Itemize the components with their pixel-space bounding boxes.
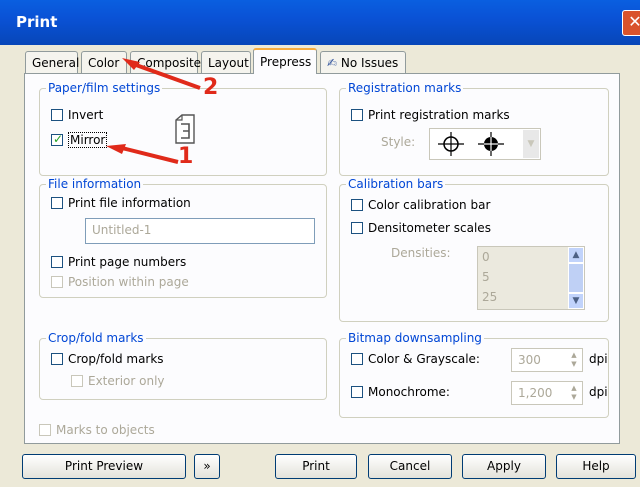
color-calibration-box xyxy=(351,199,363,211)
invert-checkbox[interactable]: Invert xyxy=(51,108,103,122)
print-file-info-label: Print file information xyxy=(68,196,191,210)
crop-fold-label: Crop/fold marks xyxy=(46,331,146,345)
help-button[interactable]: Help xyxy=(556,454,636,479)
density-item[interactable]: 25 xyxy=(482,290,497,304)
mono-dpi-value: 1,200 xyxy=(518,386,553,400)
invert-label: Invert xyxy=(68,108,104,122)
density-item[interactable]: 0 xyxy=(482,250,490,264)
scroll-down-icon[interactable]: ▼ xyxy=(568,293,584,309)
tab-general[interactable]: General xyxy=(25,51,79,73)
bitmap-label: Bitmap downsampling xyxy=(346,331,484,345)
marks-to-objects-checkbox[interactable]: Marks to objects xyxy=(39,423,155,437)
cancel-button[interactable]: Cancel xyxy=(368,454,452,479)
print-button[interactable]: Print xyxy=(275,454,357,479)
checkmark-pencil-icon: ✍ xyxy=(327,56,338,70)
mono-dpi-spinner[interactable]: 1,200 ▲ ▼ xyxy=(511,381,583,405)
monochrome-box xyxy=(351,386,363,398)
registration-label: Registration marks xyxy=(346,81,464,95)
color-dpi-unit: dpi xyxy=(589,352,608,366)
print-preview-button[interactable]: Print Preview xyxy=(22,454,186,479)
file-info-label: File information xyxy=(46,177,144,191)
exterior-only-label: Exterior only xyxy=(88,374,165,388)
crop-fold-check-label: Crop/fold marks xyxy=(68,352,164,366)
print-registration-label: Print registration marks xyxy=(368,108,510,122)
monochrome-checkbox[interactable]: Monochrome: xyxy=(351,385,450,399)
color-dpi-value: 300 xyxy=(518,353,541,367)
marks-to-objects-box xyxy=(39,424,51,436)
crop-fold-checkbox[interactable]: Crop/fold marks xyxy=(51,352,164,366)
chevron-down-icon[interactable]: ▼ xyxy=(523,130,539,158)
print-page-numbers-box xyxy=(51,256,63,268)
position-within-page-checkbox[interactable]: Position within page xyxy=(51,275,189,289)
calibration-label: Calibration bars xyxy=(346,177,446,191)
callout-1: 1 xyxy=(178,144,194,169)
color-dpi-spinner[interactable]: 300 ▲ ▼ xyxy=(511,348,583,372)
position-within-page-label: Position within page xyxy=(68,275,189,289)
check-icon: ✓ xyxy=(53,132,64,146)
mirror-checkbox[interactable]: ✓ Mirror xyxy=(51,132,108,148)
annotation-arrows xyxy=(106,58,201,164)
exterior-only-box xyxy=(71,375,83,387)
marks-to-objects-label: Marks to objects xyxy=(56,423,155,437)
scroll-up-icon[interactable]: ▲ xyxy=(568,247,584,263)
callout-2: 2 xyxy=(203,75,219,100)
registration-crosshair-icon xyxy=(438,132,464,159)
tab-prepress[interactable]: Prepress xyxy=(253,48,317,74)
close-button[interactable]: ✕ xyxy=(622,10,640,36)
fast-forward-icon[interactable]: » xyxy=(194,454,220,479)
monochrome-label: Monochrome: xyxy=(368,385,450,399)
mirror-box: ✓ xyxy=(51,132,64,146)
print-dialog: Print ✕ General Color Composite Layout P… xyxy=(0,0,640,487)
crop-fold-group: Crop/fold marks xyxy=(39,331,327,400)
mono-dpi-unit: dpi xyxy=(589,385,608,399)
style-label: Style: xyxy=(381,135,416,149)
print-file-info-checkbox[interactable]: Print file information xyxy=(51,196,191,210)
color-calibration-checkbox[interactable]: Color calibration bar xyxy=(351,198,490,212)
spinner-arrows-icon[interactable]: ▲ ▼ xyxy=(568,384,580,402)
color-grayscale-checkbox[interactable]: Color & Grayscale: xyxy=(351,352,480,366)
position-within-page-box xyxy=(51,276,63,288)
file-info-input[interactable]: Untitled-1 xyxy=(85,218,315,244)
print-registration-checkbox[interactable]: Print registration marks xyxy=(351,108,510,122)
densitometer-label: Densitometer scales xyxy=(368,221,491,235)
color-calibration-label: Color calibration bar xyxy=(368,198,491,212)
apply-button[interactable]: Apply xyxy=(462,454,546,479)
tab-no-issues[interactable]: ✍ No Issues xyxy=(320,51,406,73)
invert-box xyxy=(51,109,63,121)
densitometer-checkbox[interactable]: Densitometer scales xyxy=(351,221,491,235)
densities-listbox[interactable]: 0 5 25 ▲ ▼ xyxy=(477,246,585,310)
print-registration-box xyxy=(351,109,363,121)
densitometer-box xyxy=(351,222,363,234)
window-title: Print xyxy=(16,13,58,31)
color-grayscale-label: Color & Grayscale: xyxy=(368,352,480,366)
print-file-info-box xyxy=(51,197,63,209)
print-page-numbers-label: Print page numbers xyxy=(68,255,187,269)
density-item[interactable]: 5 xyxy=(482,270,490,284)
spinner-arrows-icon[interactable]: ▲ ▼ xyxy=(568,351,580,369)
registration-style-combo[interactable]: ▼ xyxy=(429,128,541,160)
scrollbar-thumb[interactable] xyxy=(568,263,584,293)
print-page-numbers-checkbox[interactable]: Print page numbers xyxy=(51,255,186,269)
title-bar: Print ✕ xyxy=(0,0,640,45)
tab-no-issues-label: No Issues xyxy=(340,56,399,70)
registration-target-icon xyxy=(478,132,504,159)
exterior-only-checkbox[interactable]: Exterior only xyxy=(71,374,165,388)
color-grayscale-box xyxy=(351,353,363,365)
crop-fold-box xyxy=(51,353,63,365)
densities-label: Densities: xyxy=(391,246,451,260)
